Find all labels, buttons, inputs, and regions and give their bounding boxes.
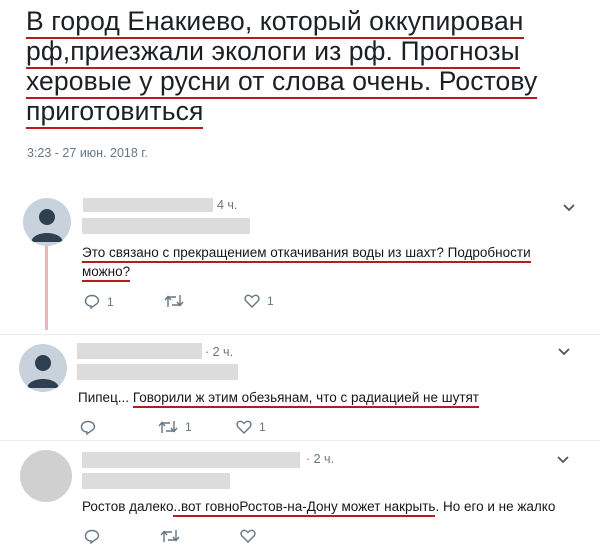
like-icon: [236, 420, 252, 434]
retweet-count: 1: [185, 420, 192, 434]
retweet-button[interactable]: [164, 294, 191, 308]
default-avatar-icon: [27, 355, 59, 388]
chevron-down-icon[interactable]: [557, 347, 571, 357]
reply-text: Это связано с прекращением откачивания в…: [82, 243, 531, 282]
chevron-down-icon[interactable]: [562, 203, 576, 213]
like-icon: [244, 294, 260, 308]
reply-3[interactable]: · 2 ч. Ростов далеко..вот говноРостов-на…: [0, 444, 600, 560]
chevron-down-icon[interactable]: [556, 455, 570, 465]
redacted-handle: [77, 364, 238, 380]
tweet-timestamp[interactable]: 3:23 - 27 июн. 2018 г.: [27, 146, 148, 160]
reply-time[interactable]: 4 ч.: [217, 198, 237, 212]
reply-icon: [84, 529, 100, 544]
reply-icon: [80, 420, 96, 435]
tweet-line-4: приготовиться: [26, 96, 204, 129]
retweet-icon: [164, 295, 184, 307]
like-button[interactable]: 1: [236, 420, 266, 434]
redacted-handle: [82, 473, 230, 489]
like-icon: [240, 529, 256, 543]
retweet-icon: [158, 421, 178, 433]
thread-line: [45, 242, 48, 330]
like-count: 1: [267, 294, 274, 308]
reply-icon: [84, 294, 100, 309]
tweet-text: В город Енакиево, который оккупирован рф…: [26, 6, 586, 129]
retweet-button[interactable]: [160, 529, 187, 543]
tweet-line-3: херовые у русни от слова очень. Ростову: [26, 66, 538, 99]
avatar[interactable]: [19, 344, 67, 392]
redacted-username: [83, 198, 213, 212]
reply-count: 1: [107, 294, 114, 309]
default-avatar-icon: [31, 209, 63, 242]
like-button[interactable]: 1: [244, 294, 274, 308]
reply-2[interactable]: · 2 ч. Пипец... Говорили ж этим обезьяна…: [0, 338, 600, 438]
reply-actions: 1 1: [78, 420, 378, 440]
redacted-handle: [82, 218, 250, 234]
reply-1[interactable]: 4 ч. Это связано с прекращением откачива…: [0, 190, 600, 330]
avatar[interactable]: [20, 450, 72, 502]
redacted-username: [82, 452, 300, 468]
like-button[interactable]: [240, 529, 263, 543]
tweet-line-2: рф,приезжали экологи из рф. Прогнозы: [26, 36, 520, 69]
reply-text: Пипец... Говорили ж этим обезьянам, что …: [78, 388, 479, 408]
reply-time[interactable]: · 2 ч.: [205, 345, 233, 359]
reply-actions: 1 1: [82, 294, 382, 314]
divider: [0, 440, 600, 441]
reply-text: Ростов далеко..вот говноРостов-на-Дону м…: [82, 497, 555, 517]
avatar[interactable]: [23, 198, 71, 246]
reply-time[interactable]: · 2 ч.: [306, 452, 334, 466]
divider: [0, 334, 600, 335]
retweet-button[interactable]: 1: [158, 420, 192, 434]
tweet-line-1: В город Енакиево, который оккупирован: [26, 6, 524, 39]
reply-button[interactable]: [80, 420, 103, 435]
retweet-icon: [160, 530, 180, 542]
reply-button[interactable]: 1: [84, 294, 114, 309]
like-count: 1: [259, 420, 266, 434]
redacted-username: [77, 343, 202, 359]
reply-button[interactable]: [84, 529, 107, 544]
reply-actions: [82, 529, 382, 549]
